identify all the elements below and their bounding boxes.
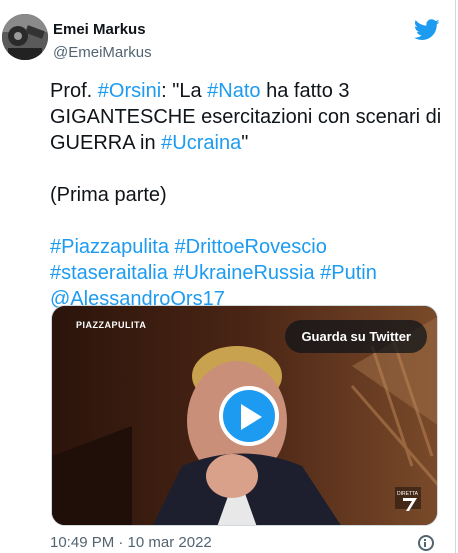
- hashtag-link[interactable]: #DrittoeRovescio: [175, 236, 327, 258]
- avatar-image: [2, 14, 48, 60]
- watch-on-twitter-button[interactable]: Guarda su Twitter: [285, 320, 427, 353]
- tweet-text-segment: : "La: [161, 80, 208, 102]
- tweet-text-segment: Prof.: [50, 80, 98, 102]
- author-handle[interactable]: @EmeiMarkus: [53, 44, 152, 61]
- hashtag-link[interactable]: #Orsini: [98, 80, 161, 102]
- tweet-main-text: Prof. #Orsini: "La #Nato ha fatto 3 GIGA…: [50, 78, 442, 156]
- hashtag-link[interactable]: #Nato: [207, 80, 260, 102]
- tweet-text: Prof. #Orsini: "La #Nato ha fatto 3 GIGA…: [50, 78, 442, 312]
- svg-text:DIRETTA: DIRETTA: [397, 491, 419, 497]
- twitter-bird-icon[interactable]: [413, 19, 440, 41]
- tweet-hashtags: #Piazzapulita #DrittoeRovescio #staserai…: [50, 234, 442, 312]
- hashtag-link[interactable]: #UkraineRussia: [173, 262, 314, 284]
- tweet-subtitle: (Prima parte): [50, 184, 167, 206]
- video-player[interactable]: PIAZZAPULITA Guarda su Twitter DIRETTA: [51, 305, 438, 526]
- hashtag-link[interactable]: #Piazzapulita: [50, 236, 169, 258]
- la7-logo-icon: DIRETTA: [393, 483, 423, 513]
- info-icon[interactable]: [418, 535, 434, 551]
- play-button[interactable]: [219, 386, 279, 446]
- avatar[interactable]: [2, 14, 48, 60]
- hashtag-link[interactable]: #Ucraina: [161, 132, 241, 154]
- show-brand-label: PIAZZAPULITA: [76, 320, 147, 330]
- author-name[interactable]: Emei Markus: [53, 21, 146, 38]
- tweet-card: Emei Markus @EmeiMarkus Prof. #Orsini: "…: [0, 0, 456, 553]
- hashtag-link[interactable]: #Putin: [320, 262, 377, 284]
- tweet-text-segment: ": [241, 132, 249, 154]
- tweet-timestamp[interactable]: 10:49 PM · 10 mar 2022: [50, 534, 212, 551]
- hashtag-link[interactable]: #staseraitalia: [50, 262, 168, 284]
- play-icon: [241, 404, 262, 430]
